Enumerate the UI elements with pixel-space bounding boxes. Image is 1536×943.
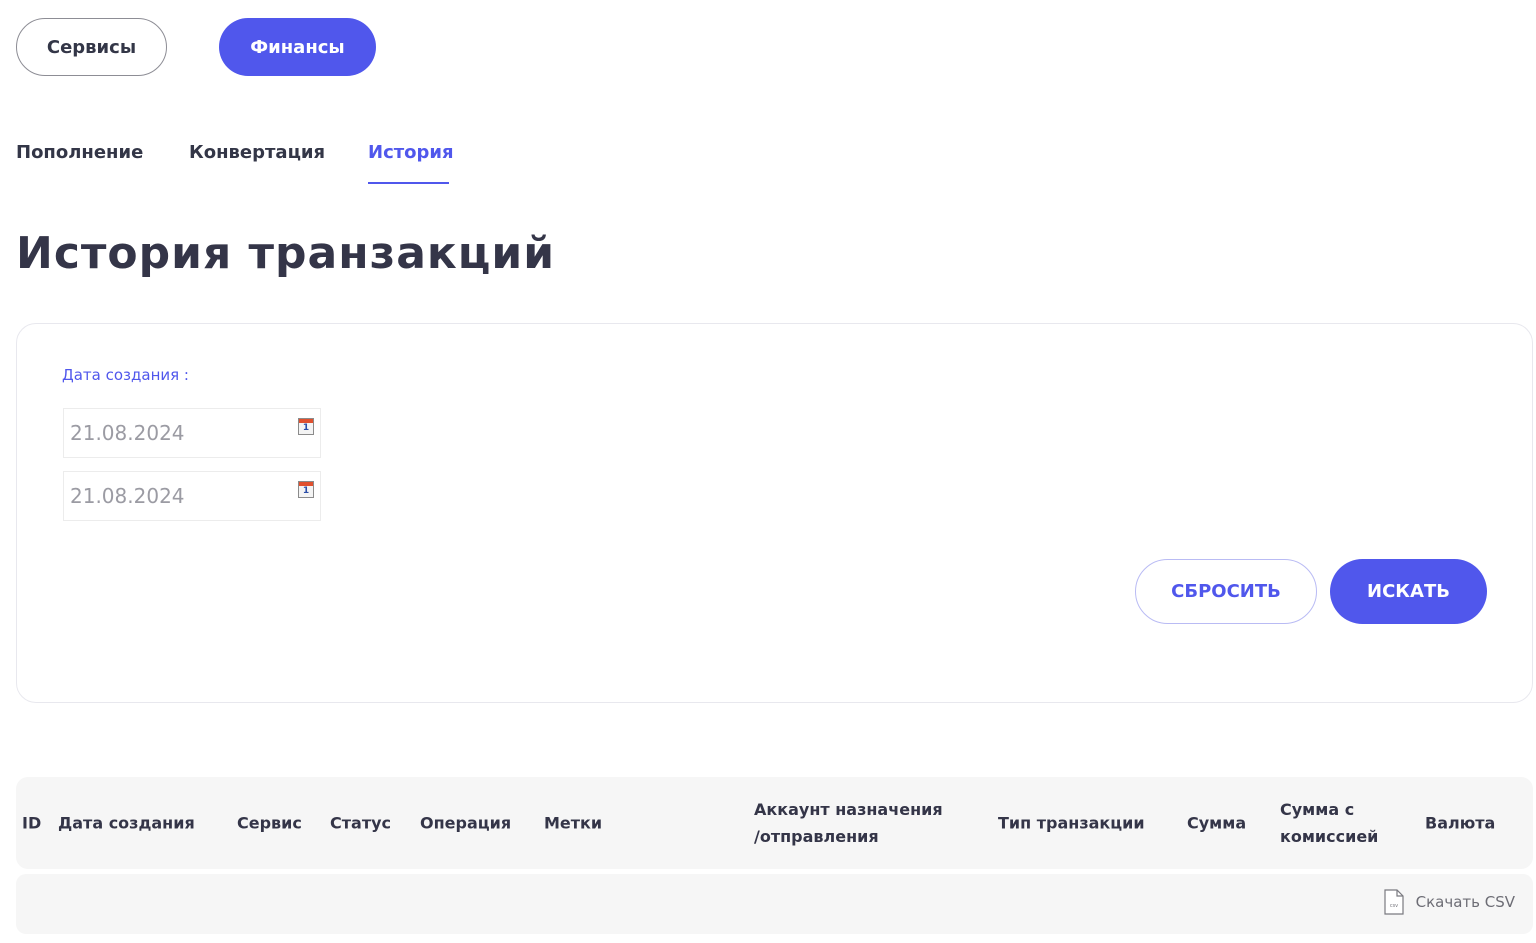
created-date-label: Дата создания : [62, 366, 189, 384]
table-header: ID Дата создания Сервис Статус Операция … [16, 777, 1533, 869]
calendar-icon-day: 1 [302, 422, 310, 433]
column-header-amount-with-fee[interactable]: Сумма с комиссией [1280, 796, 1378, 850]
date-from-input[interactable]: 21.08.2024 1 [63, 408, 321, 458]
column-header-amount[interactable]: Сумма [1187, 810, 1246, 837]
search-button[interactable]: ИСКАТЬ [1330, 559, 1487, 624]
column-header-currency[interactable]: Валюта [1425, 810, 1495, 837]
reset-button[interactable]: СБРОСИТЬ [1135, 559, 1317, 624]
column-header-id[interactable]: ID [22, 810, 41, 837]
date-to-value: 21.08.2024 [70, 484, 185, 508]
date-from-value: 21.08.2024 [70, 421, 185, 445]
date-to-input[interactable]: 21.08.2024 1 [63, 471, 321, 521]
calendar-icon[interactable]: 1 [298, 417, 314, 435]
download-csv-label: Скачать CSV [1415, 893, 1515, 911]
page-title: История транзакций [16, 228, 556, 279]
calendar-icon-day: 1 [302, 485, 310, 496]
filter-panel: Дата создания : 21.08.2024 1 21.08.2024 … [16, 323, 1533, 703]
column-header-account[interactable]: Аккаунт назначения /отправления [754, 796, 943, 850]
column-header-created-date[interactable]: Дата создания [58, 810, 195, 837]
active-tab-indicator [368, 182, 449, 184]
table-body: csv Скачать CSV [16, 874, 1533, 934]
column-header-operation[interactable]: Операция [420, 810, 511, 837]
csv-file-icon: csv [1384, 889, 1404, 915]
calendar-icon[interactable]: 1 [298, 480, 314, 498]
tab-history[interactable]: История [368, 142, 454, 163]
finance-tab[interactable]: Финансы [219, 18, 376, 76]
column-header-transaction-type[interactable]: Тип транзакции [998, 810, 1145, 837]
column-header-service[interactable]: Сервис [237, 810, 302, 837]
services-tab[interactable]: Сервисы [16, 18, 167, 76]
download-csv-link[interactable]: csv Скачать CSV [1384, 889, 1515, 915]
tab-topup[interactable]: Пополнение [16, 142, 143, 163]
column-header-status[interactable]: Статус [330, 810, 391, 837]
column-header-tags[interactable]: Метки [544, 810, 602, 837]
tab-conversion[interactable]: Конвертация [189, 142, 325, 163]
svg-text:csv: csv [1389, 903, 1397, 909]
